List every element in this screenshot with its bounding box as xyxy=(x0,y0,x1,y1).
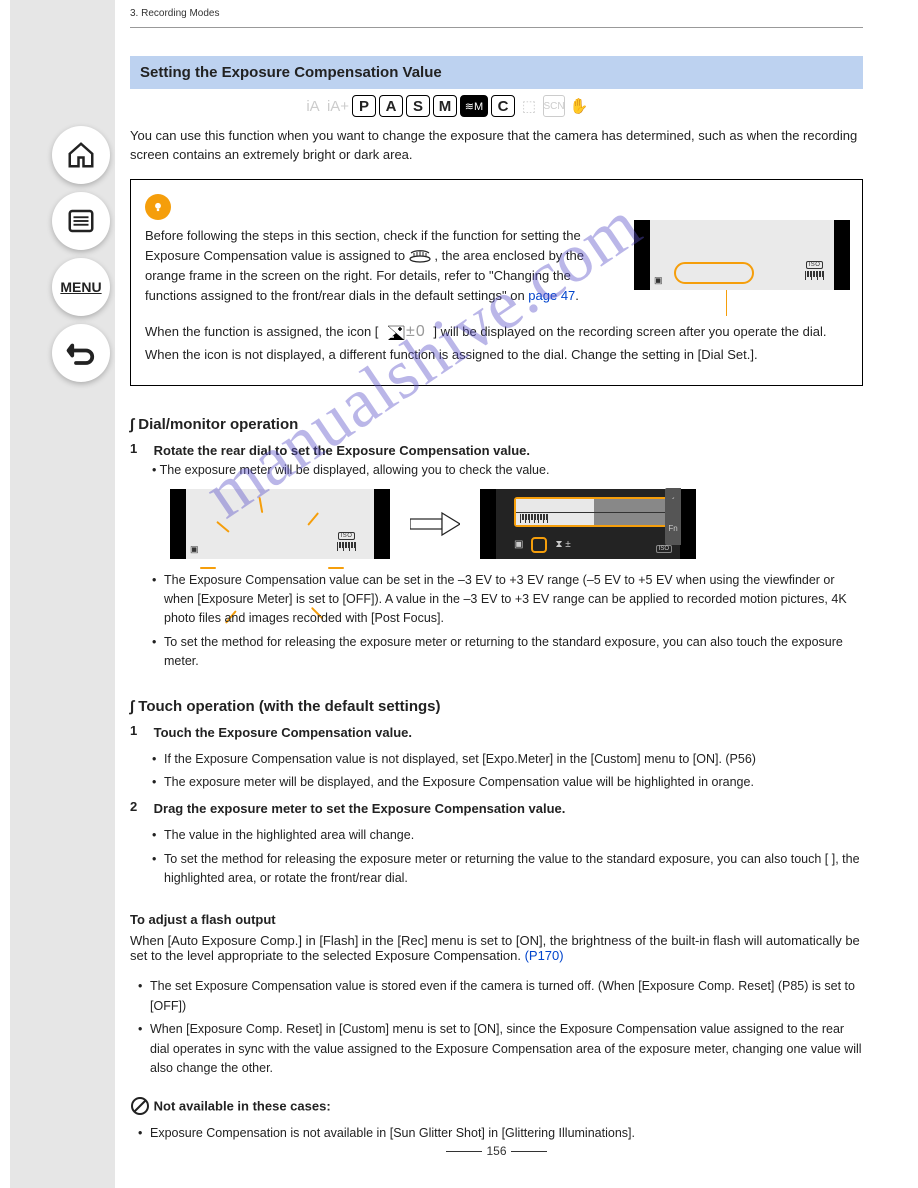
tip-paragraph-2: When the function is assigned, the icon … xyxy=(145,320,848,365)
mode-a: A xyxy=(379,95,403,117)
dial-note-1: The Exposure Compensation value can be s… xyxy=(152,571,863,629)
iso-b: ISO xyxy=(656,545,672,553)
step-1: 1 Rotate the rear dial to set the Exposu… xyxy=(130,441,863,477)
back-icon xyxy=(66,338,96,368)
home-icon xyxy=(66,140,96,170)
tip-text-2a: When the function is assigned, the icon … xyxy=(145,324,378,339)
panel-right-bar xyxy=(834,220,850,290)
before-after-row: ISO ▣ ‹ Fn xyxy=(170,489,863,559)
af-point-icon: ▣ xyxy=(654,275,663,286)
ev-value: ±0 xyxy=(406,320,426,345)
mode-row: iA iA+ P A S M ≋M C ⬚ SCN ✋ xyxy=(130,95,863,117)
callout-line xyxy=(726,290,727,316)
touch-bullets-2: The value in the highlighted area will c… xyxy=(152,826,863,888)
tip-box: ISO ▣ Before following the steps in this… xyxy=(130,179,863,387)
arrow-right-icon xyxy=(410,511,460,537)
menu-label: MENU xyxy=(60,279,101,295)
exposure-ticks-icon xyxy=(805,271,824,280)
flash-section: To adjust a flash output When [Auto Expo… xyxy=(130,912,863,963)
footer-bullets: The set Exposure Compensation value is s… xyxy=(138,977,863,1078)
touch-bullets-1: If the Exposure Compensation value is no… xyxy=(152,750,863,793)
panel-left-bar xyxy=(634,220,650,290)
page-link-47[interactable]: page 47 xyxy=(528,288,575,303)
exposure-comp-symbol-icon xyxy=(386,324,406,342)
mode-m: M xyxy=(433,95,457,117)
footer-bullet-2: When [Exposure Comp. Reset] in [Custom] … xyxy=(138,1020,863,1078)
nav-button-group: MENU xyxy=(52,126,110,382)
page-content: 3. Recording Modes Setting the Exposure … xyxy=(130,0,863,1188)
panel-before: ISO ▣ xyxy=(170,489,390,559)
mode-p: P xyxy=(352,95,376,117)
panel-after: ‹ Fn ▣ ⧗ ± ISO xyxy=(480,489,696,559)
iso-label: ISO xyxy=(806,261,824,269)
not-available-section: Not available in these cases: Exposure C… xyxy=(130,1096,863,1143)
lightbulb-icon xyxy=(145,194,171,220)
menu-button[interactable]: MENU xyxy=(52,258,110,316)
step-1-number: 1 xyxy=(130,441,150,456)
touch-bullet-1b: The exposure meter will be displayed, an… xyxy=(152,773,863,792)
exposure-meter xyxy=(514,497,674,527)
dial-notes: The Exposure Compensation value can be s… xyxy=(152,571,863,672)
tip-text-1c: . xyxy=(575,288,579,303)
camera-panel-preview: ISO ▣ xyxy=(634,220,850,290)
home-button[interactable] xyxy=(52,126,110,184)
section-touch-heading: ∫ Touch operation (with the default sett… xyxy=(130,698,863,715)
ev-small-icon: ⧗ ± xyxy=(555,539,570,550)
ev-icon: ±0 xyxy=(386,320,426,345)
page-link-170[interactable]: (P170) xyxy=(525,948,564,963)
back-button[interactable] xyxy=(52,324,110,382)
highlight-small-box xyxy=(531,537,547,553)
rear-dial-icon xyxy=(409,248,435,263)
not-available-icon xyxy=(130,1096,150,1116)
flash-subhead: To adjust a flash output xyxy=(130,912,863,927)
panel-center: ISO ▣ xyxy=(650,220,834,290)
list-icon xyxy=(66,206,96,236)
dial-note-2: To set the method for releasing the expo… xyxy=(152,633,863,672)
notavail-heading: Not available in these cases: xyxy=(154,1099,331,1114)
step-1-text: Rotate the rear dial to set the Exposure… xyxy=(154,441,863,461)
mode-iaplus-ghost-icon: iA+ xyxy=(327,95,349,117)
panel-iso-block: ISO xyxy=(805,261,824,280)
touch-step-2: 2 Drag the exposure meter to set the Exp… xyxy=(130,799,863,819)
list-button[interactable] xyxy=(52,192,110,250)
touch-section: ∫ Touch operation (with the default sett… xyxy=(130,698,863,889)
breadcrumb: 3. Recording Modes xyxy=(130,8,863,19)
touch-bullet-2a: The value in the highlighted area will c… xyxy=(152,826,863,845)
step-1-sub: • The exposure meter will be displayed, … xyxy=(152,463,863,477)
fn-tab: Fn xyxy=(665,499,681,545)
mode-c: C xyxy=(491,95,515,117)
panel-after-bottom: ▣ ⧗ ± xyxy=(514,537,571,553)
section-dial-monitor-heading: ∫ Dial/monitor operation xyxy=(130,416,863,433)
divider xyxy=(130,27,863,28)
flash-text: When [Auto Exposure Comp.] in [Flash] in… xyxy=(130,933,863,963)
touch-bullet-1a: If the Exposure Compensation value is no… xyxy=(152,750,863,769)
mode-creative-ghost-icon: ✋ xyxy=(568,95,590,117)
page-number: 156 xyxy=(130,1144,863,1158)
mode-pano-ghost-icon: ⬚ xyxy=(518,95,540,117)
notavail-item: Exposure Compensation is not available i… xyxy=(138,1124,863,1143)
touch-bullet-2b: To set the method for releasing the expo… xyxy=(152,850,863,889)
mode-ia-ghost-icon: iA xyxy=(302,95,324,117)
panel-before-iso: ISO xyxy=(337,532,356,551)
touch-step-1: 1 Touch the Exposure Compensation value. xyxy=(130,723,863,743)
highlighted-dial-area xyxy=(674,262,754,284)
mode-s: S xyxy=(406,95,430,117)
footer-bullet-1: The set Exposure Compensation value is s… xyxy=(138,977,863,1016)
page-title: Setting the Exposure Compensation Value xyxy=(130,56,863,89)
mode-movie: ≋M xyxy=(460,95,488,117)
af-icon-a: ▣ xyxy=(190,544,199,555)
intro-text: You can use this function when you want … xyxy=(130,127,863,165)
mode-scn-ghost-icon: SCN xyxy=(543,95,565,117)
